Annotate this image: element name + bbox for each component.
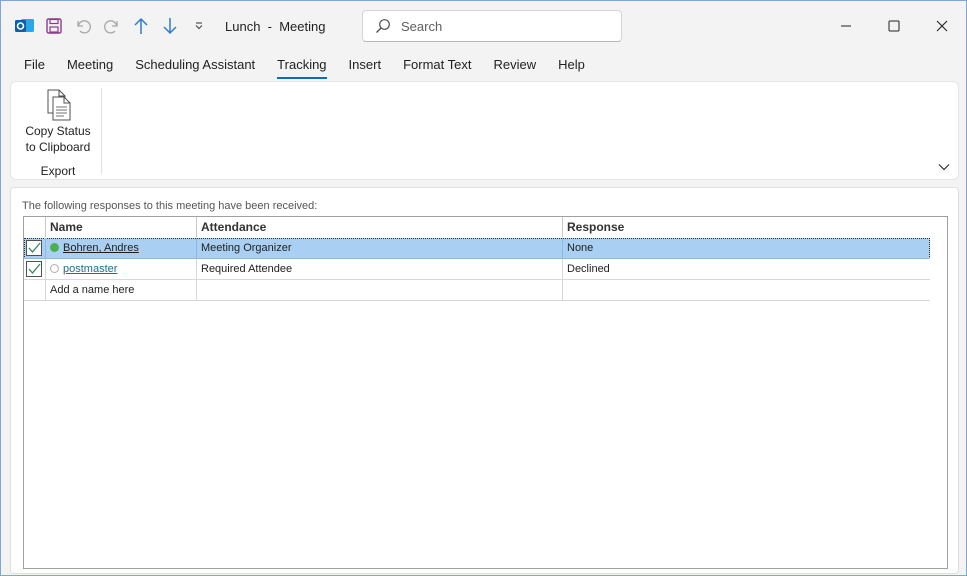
copy-document-icon [42,89,74,123]
unknown-status-icon [50,264,59,273]
maximize-button[interactable] [870,1,918,51]
search-placeholder: Search [401,18,443,34]
attendee-checkbox[interactable] [26,240,42,256]
tab-format-text[interactable]: Format Text [392,54,482,75]
arrow-down-icon[interactable] [155,11,184,41]
row-check-cell [24,238,45,259]
attendee-name-link[interactable]: postmaster [63,263,117,275]
minimize-button[interactable] [822,1,870,51]
row-response-cell: None [562,238,930,259]
window-title: Lunch - Meeting [225,18,326,34]
header-response[interactable]: Response [562,217,930,237]
group-label-export: Export [40,164,76,178]
row-check-cell [24,259,45,280]
responses-note: The following responses to this meeting … [22,200,318,212]
arrow-up-icon[interactable] [126,11,155,41]
row-attendance-cell[interactable]: Meeting Organizer [196,238,562,259]
ribbon-group-export: Copy Status to Clipboard Export [11,82,101,179]
redo-icon[interactable] [97,11,126,41]
tab-review[interactable]: Review [482,54,547,75]
row-name-cell: Bohren, Andres [45,238,196,259]
tab-insert[interactable]: Insert [338,54,393,75]
save-icon[interactable] [39,11,68,41]
add-attendee-row[interactable]: Add a name here [24,280,930,301]
customize-toolbar-icon[interactable] [184,11,213,41]
table-row[interactable]: postmaster Required Attendee Declined [24,259,930,280]
row-attendance-cell [196,280,562,301]
outlook-app-icon[interactable] [11,11,39,41]
tab-file[interactable]: File [13,54,56,75]
tab-scheduling-assistant[interactable]: Scheduling Assistant [124,54,266,75]
accepted-status-icon [50,243,59,252]
row-response-cell [562,280,930,301]
tab-tracking[interactable]: Tracking [266,54,337,79]
title-bar: Lunch - Meeting Search [1,1,966,51]
row-response-cell: Declined [562,259,930,280]
table-row[interactable]: Bohren, Andres Meeting Organizer None [24,238,930,259]
chevron-down-icon[interactable] [938,160,950,172]
row-name-cell: postmaster [45,259,196,280]
close-button[interactable] [918,1,966,51]
ribbon-divider [101,88,102,174]
add-name-input[interactable]: Add a name here [45,280,196,301]
row-check-cell [24,280,45,301]
header-check-column [24,217,45,237]
header-attendance[interactable]: Attendance [196,217,562,237]
search-icon [375,18,391,34]
copy-status-label-line1: Copy Status [25,124,91,138]
tab-meeting[interactable]: Meeting [56,54,124,75]
header-name[interactable]: Name [45,217,196,237]
undo-icon[interactable] [68,11,97,41]
table-header: Name Attendance Response [24,217,947,237]
search-box[interactable]: Search [362,10,622,42]
attendee-checkbox[interactable] [26,261,42,277]
tab-help[interactable]: Help [547,54,596,75]
attendee-table[interactable]: Name Attendance Response Bohren, Andres … [23,216,948,569]
copy-status-label-line2: to Clipboard [25,140,91,154]
tracking-pane: The following responses to this meeting … [10,187,959,574]
attendee-name-link[interactable]: Bohren, Andres [63,242,139,254]
ribbon-panel: Copy Status to Clipboard Export [10,81,959,180]
row-attendance-cell[interactable]: Required Attendee [196,259,562,280]
ribbon-tabs: File Meeting Scheduling Assistant Tracki… [13,54,596,79]
copy-status-button[interactable]: Copy Status to Clipboard [17,86,99,158]
